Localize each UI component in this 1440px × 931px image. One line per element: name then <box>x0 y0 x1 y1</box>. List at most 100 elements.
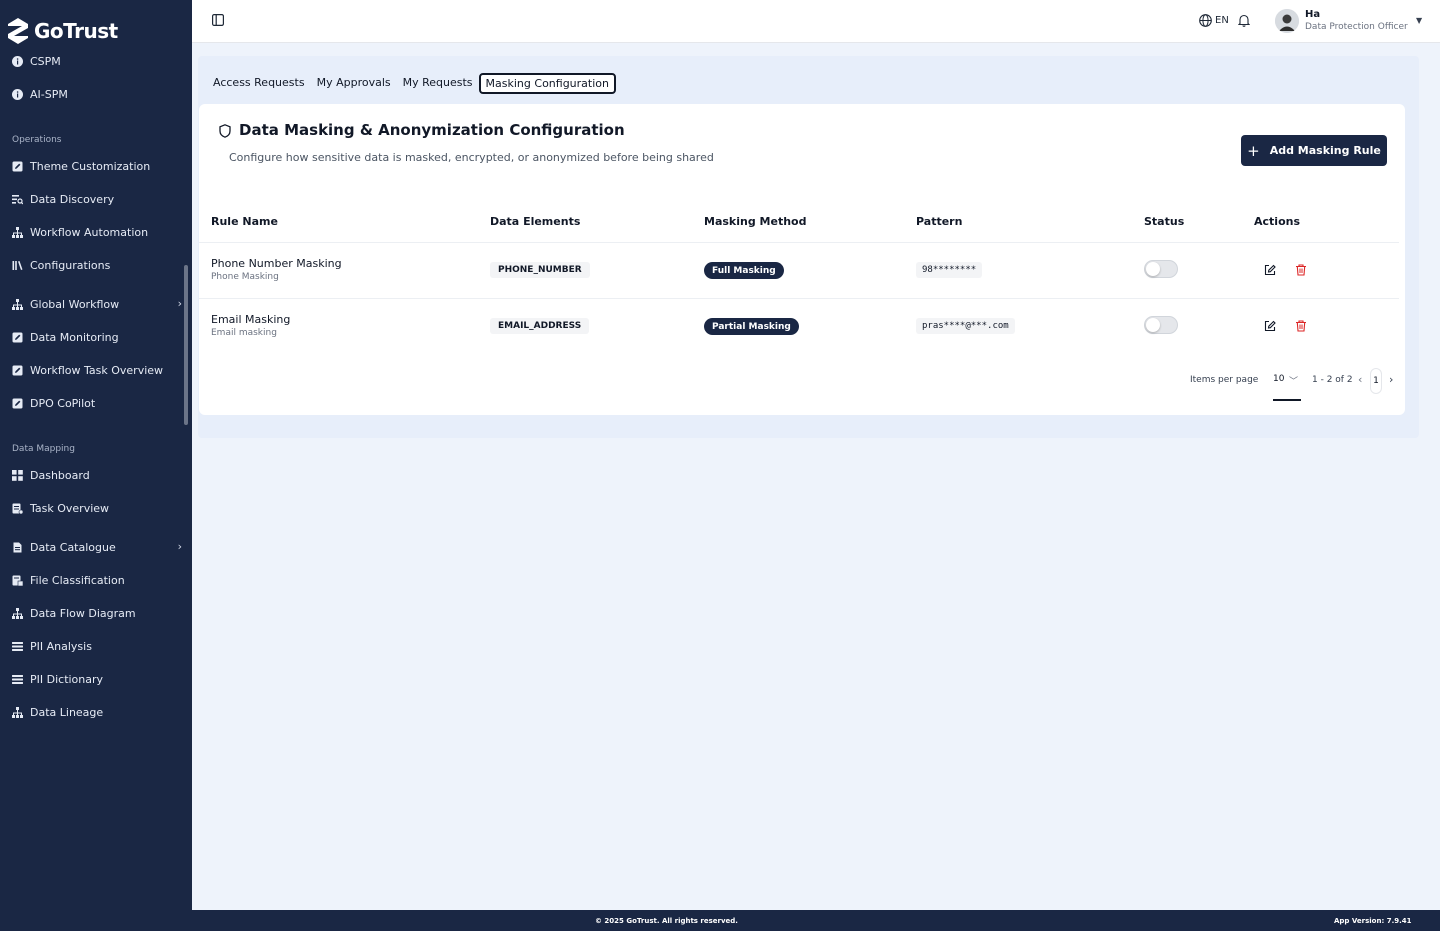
sidebar-item-label: Dashboard <box>30 468 90 482</box>
sidebar-item-label: Data Discovery <box>30 192 115 206</box>
rule-name: Phone Number Masking <box>211 257 342 270</box>
caret-down-icon[interactable]: ▼ <box>1416 16 1422 25</box>
sidebar-item-label: DPO CoPilot <box>30 396 96 410</box>
rule-name: Email Masking <box>211 313 291 326</box>
sidebar-item-task-overview[interactable]: Task Overview <box>12 499 182 517</box>
rule-subtitle: Email masking <box>211 328 277 338</box>
status-toggle[interactable] <box>1144 260 1178 278</box>
sidebar-toggle-icon[interactable] <box>212 14 224 26</box>
tab-access-requests[interactable]: Access Requests <box>207 73 311 94</box>
sidebar-item-data-lineage[interactable]: Data Lineage <box>12 703 182 721</box>
plus-icon: + <box>1247 141 1260 160</box>
sidebar-item-label: Theme Customization <box>30 159 151 173</box>
sidebar-item-label: Configurations <box>30 258 111 272</box>
items-per-page-select[interactable]: 10 <box>1273 374 1284 384</box>
section-title-data-mapping: Data Mapping <box>12 444 75 454</box>
edit-square-icon <box>12 365 23 376</box>
edit-icon[interactable] <box>1264 264 1276 276</box>
sidebar-item-data-monitoring[interactable]: Data Monitoring <box>12 328 182 346</box>
status-toggle[interactable] <box>1144 316 1178 334</box>
trash-icon[interactable] <box>1295 320 1307 332</box>
list-icon <box>12 641 23 652</box>
sidebar-item-data-flow-diagram[interactable]: Data Flow Diagram <box>12 604 182 622</box>
info-icon <box>12 55 23 67</box>
tab-masking-configuration[interactable]: Masking Configuration <box>478 73 616 94</box>
sidebar-item-file-classification[interactable]: File Classification <box>12 571 182 589</box>
footer: © 2025 GoTrust. All rights reserved. App… <box>192 910 1440 931</box>
hierarchy-icon <box>12 298 23 310</box>
tab-my-requests[interactable]: My Requests <box>397 73 479 94</box>
sidebar-item-pii-dictionary[interactable]: PII Dictionary <box>12 670 182 688</box>
user-role: Data Protection Officer <box>1305 22 1408 32</box>
chevron-right-icon: › <box>177 540 182 553</box>
sidebar-item-label: Task Overview <box>30 501 110 515</box>
tab-my-approvals[interactable]: My Approvals <box>311 73 397 94</box>
table-divider <box>199 242 1399 243</box>
sidebar-scrollbar[interactable] <box>184 265 188 425</box>
sidebar-item-label: Data Catalogue <box>30 540 116 554</box>
top-header: EN Ha Data Protection Officer ▼ <box>192 0 1440 43</box>
app-version: App Version: 7.9.41 <box>1334 917 1412 925</box>
sidebar-item-ai-spm[interactable]: AI-SPM <box>12 85 182 103</box>
list-icon <box>12 674 23 685</box>
sidebar-item-label: PII Dictionary <box>30 672 104 686</box>
grid-icon <box>12 469 23 481</box>
sidebar-item-label: Data Flow Diagram <box>30 606 136 620</box>
column-header-actions: Actions <box>1254 215 1300 228</box>
list-search-icon <box>12 194 23 205</box>
brand-logo[interactable]: GoTrust <box>6 16 118 46</box>
user-name: Ha <box>1305 9 1321 20</box>
column-header-pattern[interactable]: Pattern <box>916 215 962 228</box>
sidebar-item-workflow-automation[interactable]: Workflow Automation <box>12 223 182 241</box>
edit-icon[interactable] <box>1264 320 1276 332</box>
sidebar-item-data-catalogue[interactable]: Data Catalogue › <box>12 538 182 556</box>
section-title-operations: Operations <box>12 135 62 145</box>
masking-method-badge: Full Masking <box>704 262 784 279</box>
sidebar-item-cspm[interactable]: CSPM <box>12 52 182 70</box>
column-header-masking-method[interactable]: Masking Method <box>704 215 806 228</box>
add-button-label: Add Masking Rule <box>1269 144 1381 157</box>
chevron-left-icon[interactable]: ‹ <box>1358 373 1362 386</box>
sidebar-item-pii-analysis[interactable]: PII Analysis <box>12 637 182 655</box>
items-per-page-label: Items per page <box>1190 375 1259 385</box>
masking-method-badge: Partial Masking <box>704 318 799 335</box>
column-header-status[interactable]: Status <box>1144 215 1184 228</box>
pagination-range: 1 - 2 of 2 <box>1312 375 1353 385</box>
info-icon <box>12 88 23 100</box>
sidebar-item-theme-customization[interactable]: Theme Customization <box>12 157 182 175</box>
globe-icon <box>1199 14 1212 27</box>
sidebar-item-workflow-task-overview[interactable]: Workflow Task Overview <box>12 361 182 379</box>
sidebar-item-dpo-copilot[interactable]: DPO CoPilot <box>12 394 182 412</box>
add-masking-rule-button[interactable]: + Add Masking Rule <box>1241 135 1387 166</box>
rule-subtitle: Phone Masking <box>211 272 279 282</box>
hierarchy-icon <box>12 226 23 238</box>
brand-name: GoTrust <box>34 19 118 43</box>
page-description: Configure how sensitive data is masked, … <box>229 151 714 164</box>
sidebar-item-label: PII Analysis <box>30 639 92 653</box>
sidebar-item-global-workflow[interactable]: Global Workflow › <box>12 295 182 313</box>
task-list-icon <box>12 503 23 514</box>
chevron-right-icon[interactable]: › <box>1389 373 1393 386</box>
sidebar-item-label: AI-SPM <box>30 87 68 101</box>
sidebar-item-data-discovery[interactable]: Data Discovery <box>12 190 182 208</box>
column-header-data-elements[interactable]: Data Elements <box>490 215 580 228</box>
sidebar-item-label: File Classification <box>30 573 125 587</box>
avatar[interactable] <box>1275 9 1299 33</box>
edit-square-icon <box>12 332 23 343</box>
language-label: EN <box>1215 15 1229 26</box>
sidebar-item-configurations[interactable]: Configurations <box>12 256 182 274</box>
trash-icon[interactable] <box>1295 264 1307 276</box>
edit-square-icon <box>12 398 23 409</box>
chevron-down-icon[interactable]: ﹀ <box>1289 374 1298 387</box>
bell-icon[interactable] <box>1238 14 1250 27</box>
document-icon <box>12 542 23 553</box>
edit-square-icon <box>12 161 23 172</box>
data-element-chip: PHONE_NUMBER <box>490 262 590 278</box>
language-selector[interactable]: EN <box>1199 14 1229 27</box>
sidebar-item-dashboard[interactable]: Dashboard <box>12 466 182 484</box>
tab-bar: Access Requests My Approvals My Requests… <box>207 73 616 94</box>
shield-icon <box>219 124 231 138</box>
column-header-rule-name[interactable]: Rule Name <box>211 215 278 228</box>
copyright-text: © 2025 GoTrust. All rights reserved. <box>595 917 738 925</box>
page-button[interactable]: 1 <box>1370 368 1382 394</box>
